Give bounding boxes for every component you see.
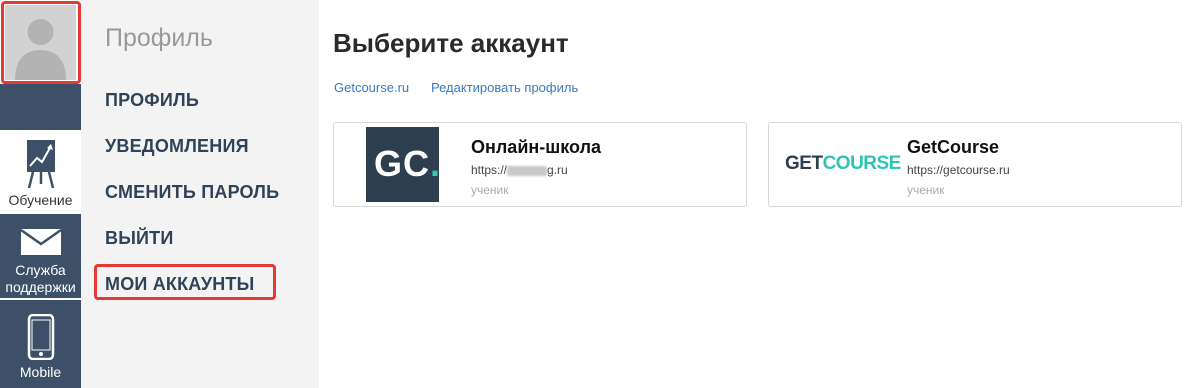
menu-item-logout[interactable]: ВЫЙТИ (105, 228, 174, 249)
account-role: ученик (471, 183, 509, 197)
link-edit-profile[interactable]: Редактировать профиль (431, 80, 578, 95)
rail-item-support[interactable]: Служба поддержки (0, 214, 81, 298)
rail-label-mobile: Mobile (19, 364, 62, 380)
main-content: Выберите аккаунт Getcourse.ru Редактиров… (319, 0, 1199, 388)
menu-highlight-frame (94, 264, 276, 300)
smartphone-icon (0, 313, 81, 365)
account-url: https://g.ru (471, 163, 568, 177)
rail-item-mobile[interactable]: Mobile (0, 300, 81, 388)
profile-menu: Профиль ПРОФИЛЬ УВЕДОМЛЕНИЯ СМЕНИТЬ ПАРО… (81, 0, 319, 388)
page-title: Выберите аккаунт (333, 28, 569, 58)
menu-item-notifications[interactable]: УВЕДОМЛЕНИЯ (105, 136, 249, 157)
avatar-container[interactable] (0, 0, 81, 84)
menu-item-profile[interactable]: ПРОФИЛЬ (105, 90, 199, 111)
account-card-online-school[interactable]: GC. Онлайн-школа https://g.ru ученик (333, 122, 747, 207)
account-name: GetCourse (907, 137, 1000, 157)
app-window: Обучение Служба поддержки Mobile Профиль… (0, 0, 1199, 388)
icon-rail: Обучение Служба поддержки Mobile (0, 0, 81, 388)
account-url: https://getcourse.ru (907, 163, 1010, 177)
rail-item-learning[interactable]: Обучение (0, 132, 81, 212)
redacted-block (507, 165, 548, 176)
avatar-highlight-frame (1, 1, 81, 84)
account-card-getcourse[interactable]: GETCOURSE GetCourse https://getcourse.ru… (768, 122, 1182, 207)
rail-label-support: Служба поддержки (5, 262, 76, 295)
getcourse-logo: GETCOURSE (785, 153, 901, 174)
rail-label-learning: Обучение (8, 192, 73, 208)
link-getcourse[interactable]: Getcourse.ru (334, 80, 409, 95)
rail-spacer (0, 84, 81, 130)
account-name: Онлайн-школа (471, 137, 602, 157)
gc-logo: GC. (366, 127, 440, 202)
envelope-icon (0, 228, 81, 261)
menu-item-change-password[interactable]: СМЕНИТЬ ПАРОЛЬ (105, 182, 279, 203)
account-role: ученик (907, 183, 945, 197)
menu-title: Профиль (105, 24, 213, 52)
chart-board-icon (0, 138, 81, 195)
